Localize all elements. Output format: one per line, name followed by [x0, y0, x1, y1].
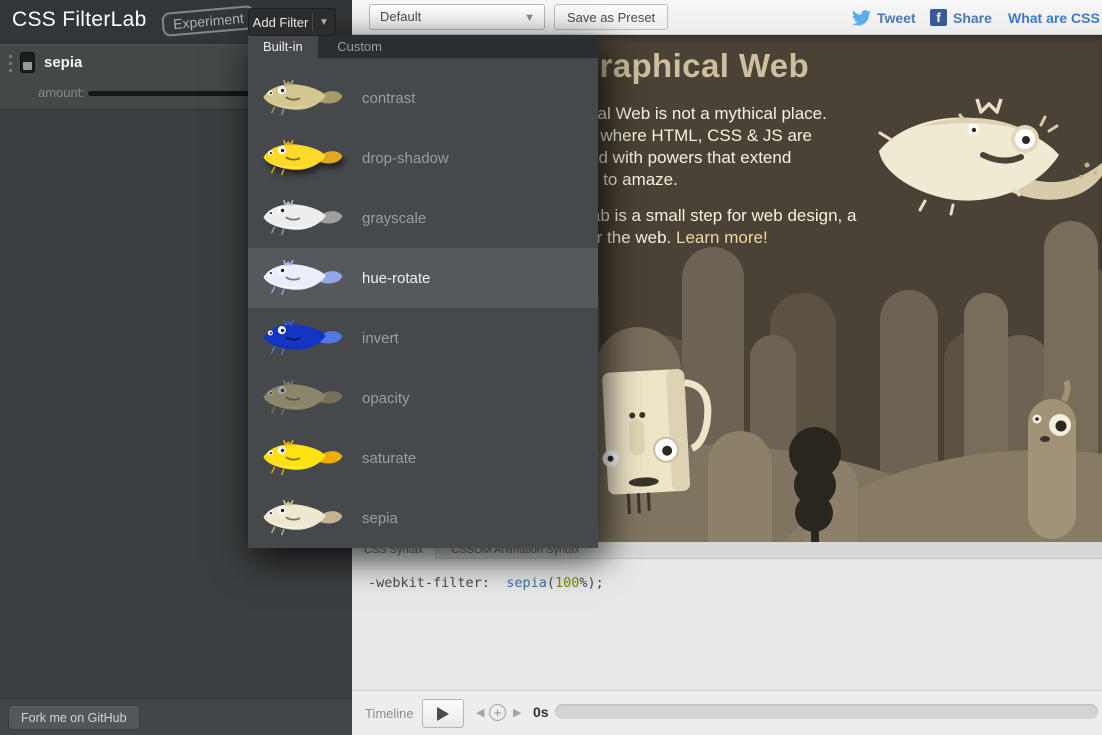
filter-toggle[interactable] [20, 52, 35, 73]
play-icon [437, 706, 449, 721]
timeline-label: Timeline [365, 706, 414, 721]
experiment-badge: Experiment [161, 5, 256, 37]
prev-keyframe-icon[interactable]: ◀ [476, 706, 484, 719]
preset-value: Default [380, 9, 422, 24]
twitter-icon [852, 9, 871, 26]
timeline-track[interactable] [555, 704, 1098, 719]
filter-list: contrast drop-shadow grayscale hue-rotat… [248, 58, 598, 548]
learn-more-link[interactable]: Learn more! [676, 228, 768, 247]
play-button[interactable] [422, 699, 464, 728]
filter-option-invert[interactable]: invert [248, 308, 598, 368]
code-property: -webkit-filter: [368, 575, 490, 591]
fish-icon [258, 257, 346, 299]
filter-option-opacity[interactable]: opacity [248, 368, 598, 428]
css-filterlab-app: CSS FilterLab Experiment sepia amount: F… [0, 0, 1102, 735]
filter-option-contrast[interactable]: contrast [248, 68, 598, 128]
fish-icon [258, 317, 346, 359]
share-label: Share [953, 9, 992, 26]
fish-icon [258, 437, 346, 479]
chevron-down-icon: ▼ [319, 16, 329, 28]
next-keyframe-icon[interactable]: ▶ [513, 706, 521, 719]
fish-illustration [878, 98, 1102, 216]
add-filter-label: Add Filter [252, 14, 309, 30]
add-filter-dropdown: Built-in Custom contrast drop-shadow gra… [248, 35, 598, 548]
share-link[interactable]: f Share [930, 0, 992, 34]
fish-icon [258, 77, 346, 119]
preset-select[interactable]: Default ▼ [369, 4, 545, 30]
tab-custom[interactable]: Custom [322, 35, 397, 58]
filter-option-grayscale[interactable]: grayscale [248, 188, 598, 248]
chevron-down-icon: ▼ [524, 12, 535, 24]
save-preset-button[interactable]: Save as Preset [554, 4, 669, 30]
topbar: Default ▼ Save as Preset Tweet f Share W… [352, 0, 1102, 35]
filter-option-drop-shadow[interactable]: drop-shadow [248, 128, 598, 188]
tweet-label: Tweet [877, 9, 916, 26]
facebook-icon: f [930, 9, 947, 26]
code-function: sepia [506, 575, 547, 591]
dropdown-tabs: Built-in Custom [248, 35, 598, 58]
filter-option-hue-rotate[interactable]: hue-rotate [248, 248, 598, 308]
tab-built-in[interactable]: Built-in [248, 35, 318, 58]
fish-icon [258, 137, 346, 179]
fish-icon [258, 497, 346, 539]
filter-option-saturate[interactable]: saturate [248, 428, 598, 488]
css-custom-filters-link[interactable]: What are CSS Custom Filters? [1008, 0, 1102, 34]
sidebar-footer: Fork me on GitHub [0, 698, 352, 735]
drag-handle-icon[interactable] [9, 55, 12, 72]
code-panel: CSS Syntax CSSOM Animation Syntax -webki… [352, 542, 1102, 690]
add-filter-button[interactable]: Add Filter ▼ [248, 8, 336, 36]
tweet-link[interactable]: Tweet [852, 0, 916, 34]
css-code: -webkit-filter: sepia(100%); [368, 575, 604, 591]
code-value: 100 [554, 575, 580, 591]
filter-name: sepia [44, 54, 83, 71]
filter-option-sepia[interactable]: sepia [248, 488, 598, 548]
fork-github-button[interactable]: Fork me on GitHub [8, 705, 140, 730]
toggle-knob [23, 62, 32, 70]
param-label: amount: [38, 85, 85, 100]
timeline-time: 0s [533, 704, 549, 720]
fish-icon [258, 377, 346, 419]
timeline-bar: Timeline ◀ + ▶ 0s [352, 690, 1102, 735]
add-keyframe-button[interactable]: + [489, 704, 506, 721]
fish-icon [258, 197, 346, 239]
app-title: CSS FilterLab [12, 8, 147, 31]
